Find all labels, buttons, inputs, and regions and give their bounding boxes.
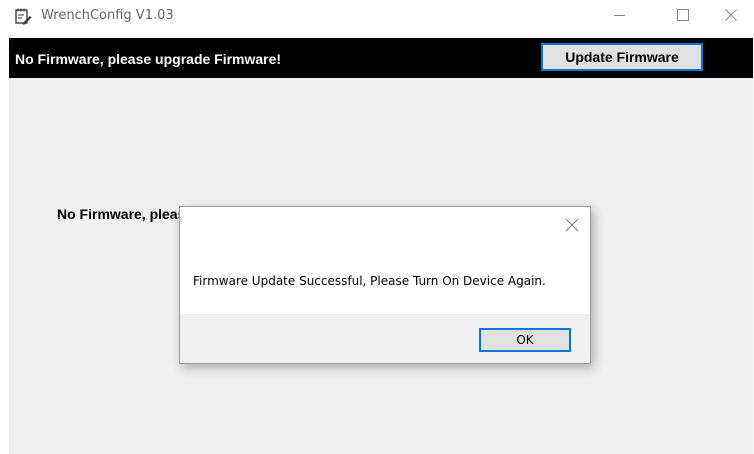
close-icon bbox=[725, 8, 737, 26]
app-notepad-icon bbox=[14, 7, 32, 25]
maximize-button[interactable] bbox=[660, 0, 706, 34]
banner-message: No Firmware, please upgrade Firmware! bbox=[15, 51, 282, 67]
dialog-footer: OK bbox=[180, 314, 590, 363]
maximize-icon bbox=[677, 8, 689, 26]
minimize-button[interactable] bbox=[597, 0, 643, 34]
message-dialog: Firmware Update Successful, Please Turn … bbox=[179, 206, 591, 364]
ok-button[interactable]: OK bbox=[479, 328, 571, 352]
dialog-message: Firmware Update Successful, Please Turn … bbox=[193, 274, 546, 288]
minimize-icon bbox=[614, 8, 626, 26]
window-title: WrenchConfig V1.03 bbox=[41, 8, 174, 23]
status-banner: No Firmware, please upgrade Firmware! Up… bbox=[9, 38, 753, 78]
update-firmware-button[interactable]: Update Firmware bbox=[541, 43, 703, 71]
dialog-close-icon[interactable] bbox=[564, 217, 580, 233]
title-bar[interactable]: WrenchConfig V1.03 bbox=[0, 0, 754, 34]
app-window: WrenchConfig V1.03 No Firmware, please u… bbox=[0, 0, 754, 454]
close-button[interactable] bbox=[708, 0, 754, 34]
